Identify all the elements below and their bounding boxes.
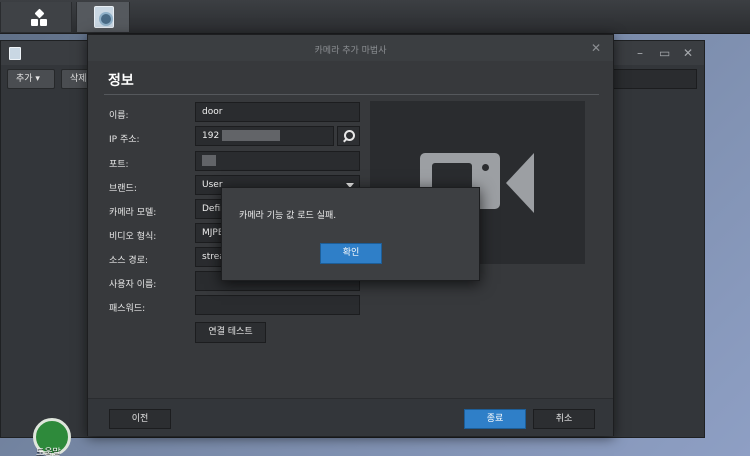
camera-dot bbox=[482, 164, 489, 171]
taskbar bbox=[0, 0, 750, 34]
ip-label: IP 주소: bbox=[109, 135, 140, 145]
name-field[interactable]: door bbox=[195, 102, 360, 122]
divider bbox=[104, 94, 599, 95]
wizard-footer: 이전 종료 취소 bbox=[88, 398, 613, 436]
wizard-title: 카메라 추가 마법사 bbox=[314, 46, 387, 56]
camera-lens bbox=[506, 153, 534, 213]
password-field[interactable] bbox=[195, 295, 360, 315]
help-label: 도움말 bbox=[36, 448, 61, 456]
search-input[interactable] bbox=[613, 69, 697, 89]
surveillance-station-icon bbox=[94, 6, 114, 28]
redacted-mask bbox=[202, 155, 216, 166]
close-icon[interactable]: ✕ bbox=[591, 41, 601, 55]
minimize-button[interactable]: – bbox=[637, 46, 643, 60]
brand-label: 브랜드: bbox=[109, 184, 137, 194]
ok-button[interactable]: 확인 bbox=[320, 243, 382, 264]
wizard-titlebar: 카메라 추가 마법사 ✕ bbox=[88, 35, 613, 61]
maximize-button[interactable]: ▭ bbox=[659, 46, 670, 60]
page-title: 정보 bbox=[108, 73, 134, 89]
redacted-mask bbox=[222, 130, 281, 141]
surveillance-station-taskbar-button[interactable] bbox=[76, 2, 130, 32]
apps-grid-icon bbox=[31, 8, 49, 28]
add-camera-button[interactable]: 추가 ▾ bbox=[7, 69, 55, 89]
ip-value: 192 bbox=[202, 131, 220, 141]
ip-field[interactable]: 192 bbox=[195, 126, 334, 146]
error-alert-dialog: 카메라 기능 값 로드 실패. 확인 bbox=[221, 187, 480, 281]
username-label: 사용자 이름: bbox=[109, 280, 157, 290]
prev-button[interactable]: 이전 bbox=[109, 409, 171, 429]
cancel-button[interactable]: 취소 bbox=[533, 409, 595, 429]
password-row: 패스워드: bbox=[88, 295, 613, 319]
alert-message: 카메라 기능 값 로드 실패. bbox=[239, 211, 337, 221]
model-label: 카메라 모델: bbox=[109, 208, 157, 218]
password-label: 패스워드: bbox=[109, 304, 146, 314]
close-button[interactable]: ✕ bbox=[683, 46, 693, 60]
port-label: 포트: bbox=[109, 160, 129, 170]
main-menu-button[interactable] bbox=[0, 2, 72, 32]
finish-button[interactable]: 종료 bbox=[464, 409, 526, 429]
test-connection-button[interactable]: 연결 테스트 bbox=[195, 322, 266, 343]
brand-value: User bbox=[202, 180, 223, 190]
surveillance-station-icon bbox=[9, 47, 21, 60]
video-format-label: 비디오 형식: bbox=[109, 232, 157, 242]
search-icon[interactable] bbox=[337, 126, 360, 146]
name-label: 이름: bbox=[109, 111, 129, 121]
port-field[interactable] bbox=[195, 151, 360, 171]
source-path-label: 소스 경로: bbox=[109, 256, 149, 266]
